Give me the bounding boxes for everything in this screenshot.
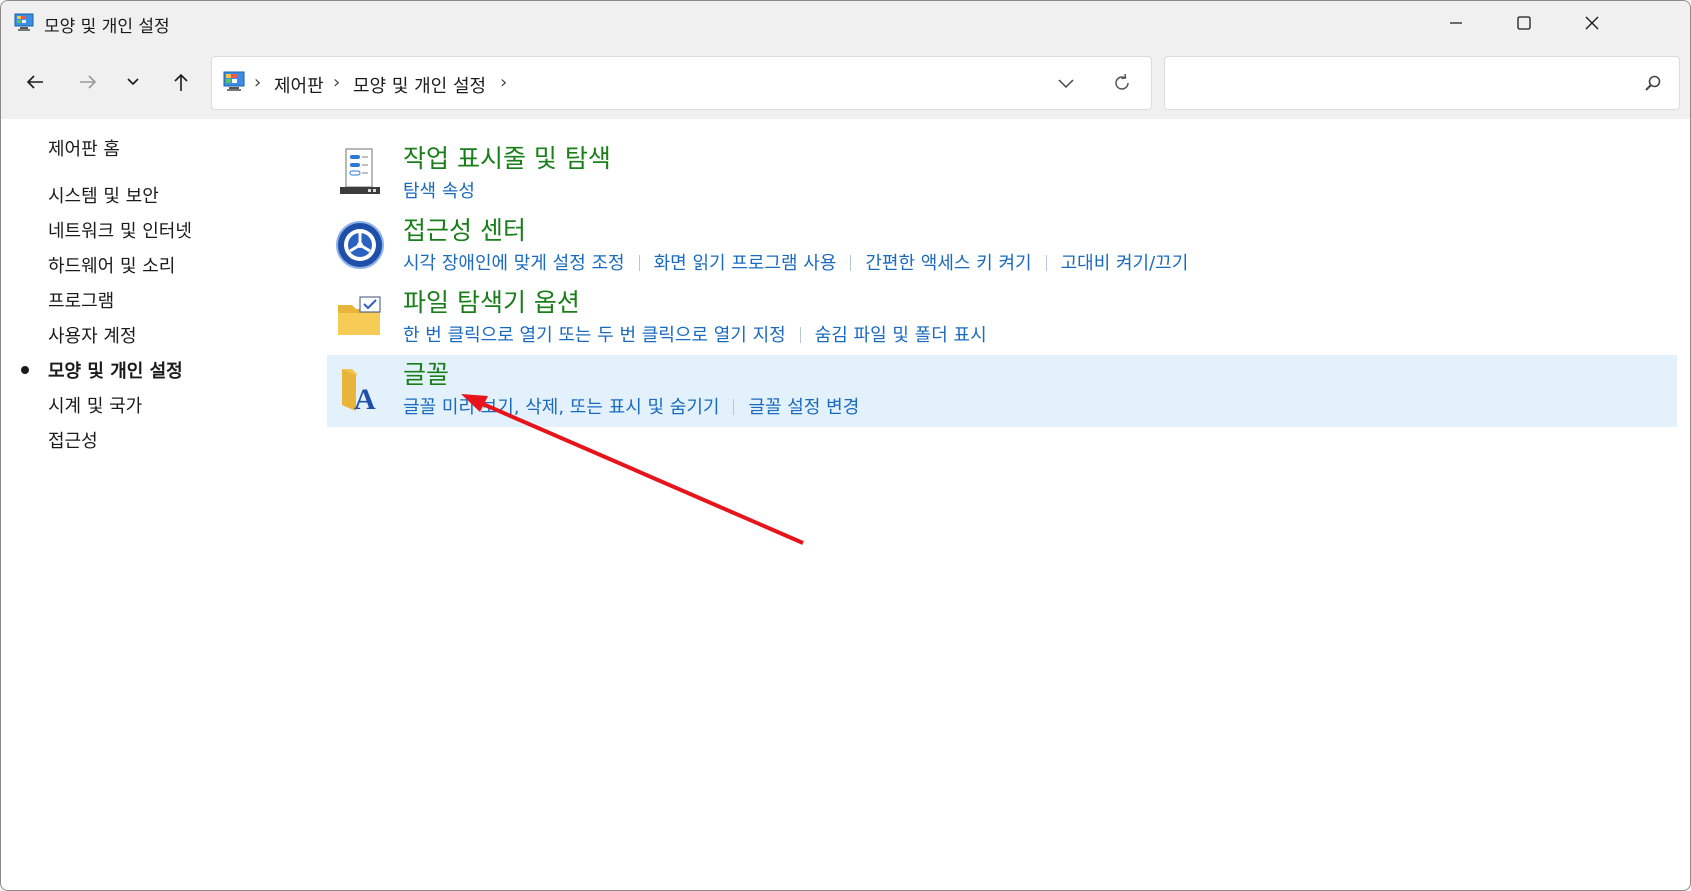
search-icon: [1645, 75, 1661, 91]
sidebar-item-hardware-sound[interactable]: 하드웨어 및 소리: [48, 252, 175, 278]
link-click-options[interactable]: 한 번 클릭으로 열기 또는 두 번 클릭으로 열기 지정: [403, 325, 786, 346]
active-indicator: [21, 366, 29, 374]
sidebar: 제어판 홈 시스템 및 보안 네트워크 및 인터넷 하드웨어 및 소리 프로그램…: [1, 119, 321, 890]
link-optimize-visual[interactable]: 시각 장애인에 맞게 설정 조정: [403, 253, 625, 274]
maximize-icon: [1517, 16, 1531, 30]
category-fonts: A 글꼴 글꼴 미리 보기, 삭제, 또는 표시 및 숨기기 글꼴 설정 변경: [327, 355, 1677, 427]
chevron-down-icon: [1058, 79, 1074, 89]
category-title[interactable]: 접근성 센터: [403, 211, 526, 247]
link-show-hidden-files[interactable]: 숨김 파일 및 폴더 표시: [815, 325, 987, 346]
sidebar-item-appearance[interactable]: 모양 및 개인 설정: [48, 357, 183, 383]
link-separator: [733, 399, 735, 415]
breadcrumb-control-panel[interactable]: 제어판: [274, 72, 324, 98]
category-title[interactable]: 글꼴: [403, 355, 449, 391]
ease-of-access-icon[interactable]: [334, 219, 386, 271]
link-separator: [1045, 255, 1047, 271]
category-title[interactable]: 작업 표시줄 및 탐색: [403, 139, 611, 175]
main-content: 작업 표시줄 및 탐색 탐색 속성 접근성 센터 시각 장애인에 맞게 설정 조…: [321, 119, 1690, 890]
back-button[interactable]: [18, 65, 52, 99]
sidebar-item-ease-of-access[interactable]: 접근성: [48, 427, 98, 453]
control-panel-icon: [14, 13, 34, 31]
link-high-contrast[interactable]: 고대비 켜기/끄기: [1061, 253, 1189, 274]
minimize-icon: [1450, 22, 1462, 24]
address-history-button[interactable]: [1052, 69, 1080, 97]
maximize-button[interactable]: [1489, 1, 1559, 45]
folder-options-icon[interactable]: [334, 291, 386, 343]
link-preview-fonts[interactable]: 글꼴 미리 보기, 삭제, 또는 표시 및 숨기기: [403, 397, 719, 418]
link-separator: [850, 255, 852, 271]
link-font-settings[interactable]: 글꼴 설정 변경: [748, 397, 859, 418]
close-icon: [1585, 16, 1599, 30]
sidebar-item-system-security[interactable]: 시스템 및 보안: [48, 182, 159, 208]
category-links: 시각 장애인에 맞게 설정 조정 화면 읽기 프로그램 사용 간편한 액세스 키 켜…: [403, 249, 1188, 275]
category-taskbar: 작업 표시줄 및 탐색 탐색 속성: [327, 139, 1677, 211]
breadcrumb-separator[interactable]: ›: [500, 72, 507, 93]
chevron-down-icon: [127, 78, 139, 86]
control-panel-icon: [223, 71, 245, 91]
arrow-left-icon: [26, 75, 43, 89]
category-links: 한 번 클릭으로 열기 또는 두 번 클릭으로 열기 지정 숨김 파일 및 폴더 …: [403, 321, 987, 347]
category-ease-of-access: 접근성 센터 시각 장애인에 맞게 설정 조정 화면 읽기 프로그램 사용 간편한 …: [327, 211, 1677, 283]
recent-locations-button[interactable]: [116, 65, 150, 99]
title-bar: 모양 및 개인 설정: [1, 1, 1690, 45]
minimize-button[interactable]: [1421, 1, 1491, 45]
sidebar-item-programs[interactable]: 프로그램: [48, 287, 114, 313]
link-easy-access-keys[interactable]: 간편한 액세스 키 켜기: [865, 253, 1031, 274]
sidebar-item-clock-region[interactable]: 시계 및 국가: [48, 392, 142, 418]
category-links: 탐색 속성: [403, 177, 475, 203]
arrow-up-icon: [174, 73, 188, 91]
breadcrumb-separator: ›: [333, 72, 341, 93]
category-file-explorer-options: 파일 탐색기 옵션 한 번 클릭으로 열기 또는 두 번 클릭으로 열기 지정 숨…: [327, 283, 1677, 355]
category-title[interactable]: 파일 탐색기 옵션: [403, 283, 580, 319]
search-input[interactable]: [1164, 56, 1680, 110]
fonts-folder-icon[interactable]: A: [334, 363, 386, 415]
category-links: 글꼴 미리 보기, 삭제, 또는 표시 및 숨기기 글꼴 설정 변경: [403, 393, 859, 419]
refresh-button[interactable]: [1108, 69, 1136, 97]
forward-button[interactable]: [71, 65, 105, 99]
link-screen-reader[interactable]: 화면 읽기 프로그램 사용: [654, 253, 837, 274]
refresh-icon: [1115, 73, 1129, 90]
link-navigation-properties[interactable]: 탐색 속성: [403, 181, 475, 202]
navigation-bar: › 제어판 › 모양 및 개인 설정 ›: [1, 45, 1690, 119]
link-separator: [638, 255, 640, 271]
sidebar-item-control-panel-home[interactable]: 제어판 홈: [48, 135, 120, 161]
address-bar[interactable]: › 제어판 › 모양 및 개인 설정 ›: [211, 56, 1152, 110]
window-title: 모양 및 개인 설정: [44, 17, 170, 37]
sidebar-item-network-internet[interactable]: 네트워크 및 인터넷: [48, 217, 192, 243]
svg-text:A: A: [354, 383, 376, 415]
close-button[interactable]: [1557, 1, 1627, 45]
breadcrumb-separator: ›: [254, 72, 262, 93]
sidebar-item-user-accounts[interactable]: 사용자 계정: [48, 322, 137, 348]
up-button[interactable]: [164, 65, 198, 99]
taskbar-icon[interactable]: [334, 147, 386, 199]
control-panel-window: 모양 및 개인 설정 › 제어판 › 모양 및 개인 설정 › 제어판 홈 시스…: [0, 0, 1691, 891]
link-separator: [799, 327, 801, 343]
arrow-right-icon: [80, 75, 97, 89]
breadcrumb-appearance[interactable]: 모양 및 개인 설정: [353, 72, 486, 98]
